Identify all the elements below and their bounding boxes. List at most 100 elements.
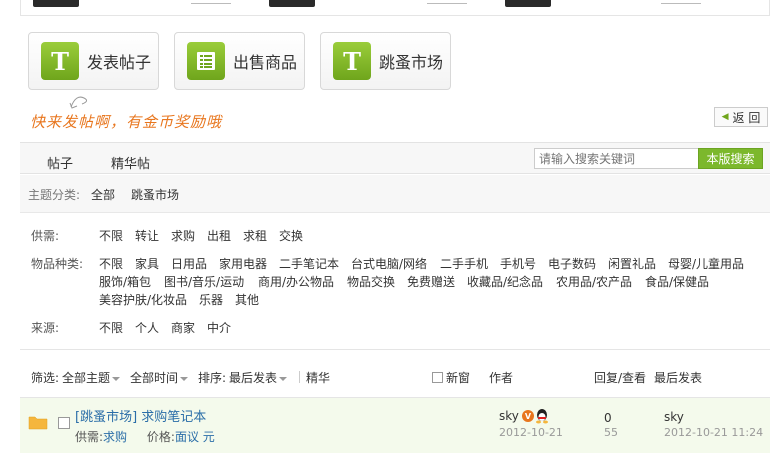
goods-option[interactable]: 家具 <box>135 255 159 272</box>
goods-option[interactable]: 闲置礼品 <box>608 255 656 272</box>
thread-tabs-bar: 帖子 精华帖 本版搜索 <box>20 142 770 174</box>
goods-option[interactable]: 电子数码 <box>548 255 596 272</box>
filter-label: 筛选: <box>31 371 60 385</box>
user-thumbnail[interactable] <box>269 0 315 7</box>
post-thread-label: 发表帖子 <box>87 53 152 72</box>
slogan-text: 快来发帖啊，有金币奖励哦 <box>30 113 223 131</box>
post-thread-button[interactable]: T 发表帖子 <box>28 32 159 90</box>
sort-label: 排序: <box>198 371 227 385</box>
chevron-down-icon <box>180 376 189 381</box>
back-button[interactable]: ◀ 返 回 <box>714 107 768 127</box>
all-topics-dropdown[interactable]: 全部主题 <box>62 369 121 386</box>
category-flea-market[interactable]: 跳蚤市场 <box>131 186 179 203</box>
goods-filter-label: 物品种类: <box>31 257 84 271</box>
goods-option[interactable]: 日用品 <box>171 255 207 272</box>
list-document-icon <box>187 42 225 80</box>
goods-option[interactable]: 台式电脑/网络 <box>351 255 427 272</box>
market-icon: T <box>333 42 371 80</box>
sell-goods-label: 出售商品 <box>233 53 298 72</box>
source-filter-label: 来源: <box>31 321 60 335</box>
goods-option[interactable]: 母婴/儿童用品 <box>668 255 744 272</box>
folder-icon <box>28 416 48 430</box>
all-time-dropdown[interactable]: 全部时间 <box>130 369 189 386</box>
flea-market-label: 跳蚤市场 <box>379 53 444 72</box>
thumbnail-caption <box>427 0 467 4</box>
sparkle-icon <box>69 96 88 109</box>
goods-option[interactable]: 手机号 <box>500 255 536 272</box>
goods-option[interactable]: 物品交换 <box>347 273 395 290</box>
goods-option[interactable]: 家用电器 <box>219 255 267 272</box>
new-window-checkbox[interactable] <box>432 372 443 383</box>
goods-option[interactable]: 免费赠送 <box>407 273 455 290</box>
supply-option[interactable]: 交换 <box>279 227 303 244</box>
goods-option[interactable]: 农用品/农产品 <box>556 273 632 290</box>
goods-option[interactable]: 二手笔记本 <box>279 255 339 272</box>
source-option[interactable]: 不限 <box>99 319 123 336</box>
qq-icon[interactable] <box>535 408 549 424</box>
supply-option[interactable]: 不限 <box>99 227 123 244</box>
flea-market-button[interactable]: T 跳蚤市场 <box>320 32 451 90</box>
all-topics-label: 全部主题 <box>62 371 111 385</box>
thread-title[interactable]: [跳蚤市场] 求购笔记本 <box>75 406 206 425</box>
thumbnail-caption <box>191 0 231 4</box>
last-post-column-header: 最后发表 <box>654 371 703 385</box>
category-all[interactable]: 全部 <box>91 186 115 203</box>
goods-option[interactable]: 收藏品/纪念品 <box>467 273 543 290</box>
thread-board-link[interactable]: [跳蚤市场] <box>75 410 137 425</box>
thread-post-date: 2012-10-21 <box>499 426 563 439</box>
new-window-label: 新窗 <box>446 371 471 385</box>
all-time-label: 全部时间 <box>130 371 179 385</box>
thread-reply-count: 0 <box>604 411 612 425</box>
supply-meta-value[interactable]: 求购 <box>103 430 127 444</box>
forum-search-button[interactable]: 本版搜索 <box>698 148 763 169</box>
goods-option[interactable]: 乐器 <box>199 291 223 308</box>
new-window-toggle[interactable]: 新窗 <box>432 369 470 386</box>
sell-goods-button[interactable]: 出售商品 <box>174 32 305 90</box>
supply-option[interactable]: 求租 <box>243 227 267 244</box>
last-post-time[interactable]: 2012-10-21 11:24 <box>664 426 763 439</box>
user-thumbnail[interactable] <box>33 0 79 7</box>
goods-option[interactable]: 其他 <box>235 291 259 308</box>
source-option[interactable]: 中介 <box>207 319 231 336</box>
source-option[interactable]: 个人 <box>135 319 159 336</box>
tab-threads[interactable]: 帖子 <box>47 153 73 172</box>
thread-author[interactable]: sky <box>499 409 519 423</box>
supply-meta-label: 供需: <box>75 430 104 444</box>
supply-option[interactable]: 出租 <box>207 227 231 244</box>
category-label: 主题分类: <box>28 188 81 202</box>
user-thumbnail[interactable] <box>505 0 551 7</box>
supply-filter-label: 供需: <box>31 229 60 243</box>
last-post-user[interactable]: sky <box>664 410 684 424</box>
search-input[interactable] <box>534 148 699 169</box>
sort-latest-dropdown[interactable]: 最后发表 <box>229 369 288 386</box>
thread-view-count: 55 <box>604 426 618 439</box>
thread-select-checkbox[interactable] <box>58 417 70 429</box>
goods-option[interactable]: 图书/音乐/运动 <box>164 273 244 290</box>
topic-category-bar: 主题分类: 全部 跳蚤市场 <box>20 175 770 213</box>
post-icon: T <box>41 42 79 80</box>
goods-option[interactable]: 美容护肤/化妆品 <box>99 291 187 308</box>
supply-option[interactable]: 求购 <box>171 227 195 244</box>
tab-digest[interactable]: 精华帖 <box>111 153 150 172</box>
supply-option[interactable]: 转让 <box>135 227 159 244</box>
thread-meta: 供需:求购 价格:面议 元 <box>75 428 215 445</box>
divider <box>20 349 770 350</box>
goods-option[interactable]: 不限 <box>99 255 123 272</box>
price-meta-label: 价格: <box>146 430 175 444</box>
thumbnail-caption <box>661 0 701 4</box>
goods-option[interactable]: 食品/保健品 <box>645 273 709 290</box>
goods-option[interactable]: 服饰/箱包 <box>99 273 151 290</box>
chevron-down-icon <box>279 376 288 381</box>
goods-option[interactable]: 二手手机 <box>440 255 488 272</box>
thread-title-link[interactable]: 求购笔记本 <box>141 410 206 425</box>
digest-filter[interactable]: 精华 <box>306 369 330 386</box>
goods-option[interactable]: 商用/办公物品 <box>258 273 334 290</box>
thread-row[interactable]: [跳蚤市场] 求购笔记本 供需:求购 价格:面议 元 sky V 2012-10… <box>20 397 770 453</box>
verified-icon: V <box>522 410 534 422</box>
sort-latest-label: 最后发表 <box>229 371 278 385</box>
back-label: 返 回 <box>732 110 761 125</box>
chevron-down-icon <box>112 376 121 381</box>
previous-row-strip <box>20 0 770 16</box>
divider <box>299 371 300 383</box>
source-option[interactable]: 商家 <box>171 319 195 336</box>
